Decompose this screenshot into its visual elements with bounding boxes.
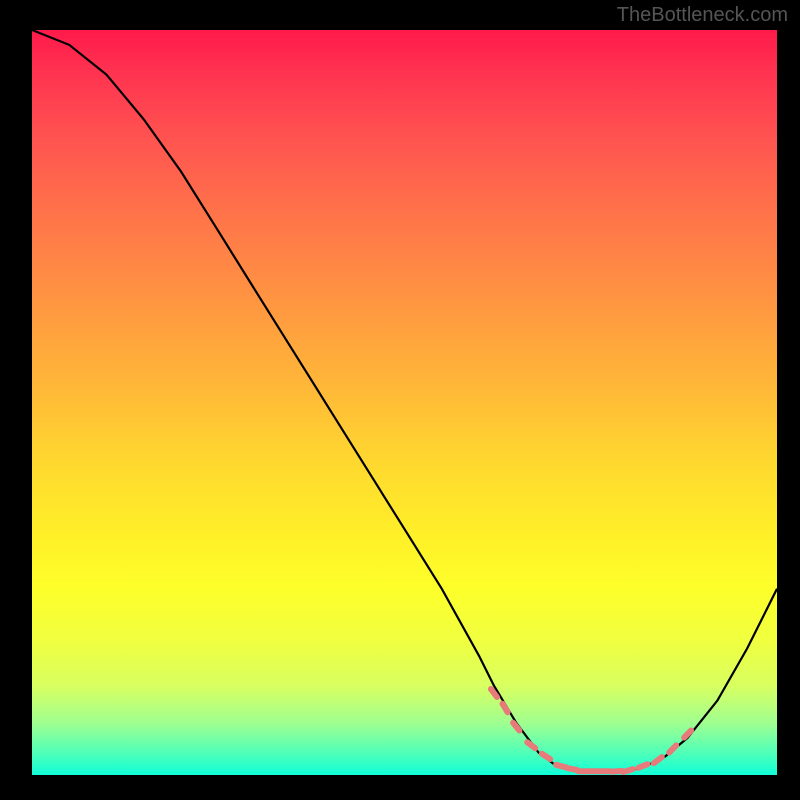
marker-dash (612, 771, 622, 772)
marker-dash (623, 769, 633, 772)
marker-dash (513, 723, 519, 731)
marker-dash (542, 754, 550, 759)
watermark-text: TheBottleneck.com (617, 4, 788, 27)
marker-dash (669, 745, 676, 752)
marker-dash (684, 731, 691, 738)
marker-dots-group (491, 689, 691, 772)
marker-dash (503, 704, 508, 713)
marker-dash (556, 765, 566, 768)
marker-dash (491, 689, 497, 697)
bottleneck-curve-line (32, 30, 777, 771)
chart-plot-area (32, 30, 777, 775)
marker-dash (654, 757, 662, 763)
marker-dash (527, 742, 535, 748)
chart-svg (32, 30, 777, 775)
marker-dash (567, 768, 577, 770)
marker-dash (638, 764, 647, 768)
